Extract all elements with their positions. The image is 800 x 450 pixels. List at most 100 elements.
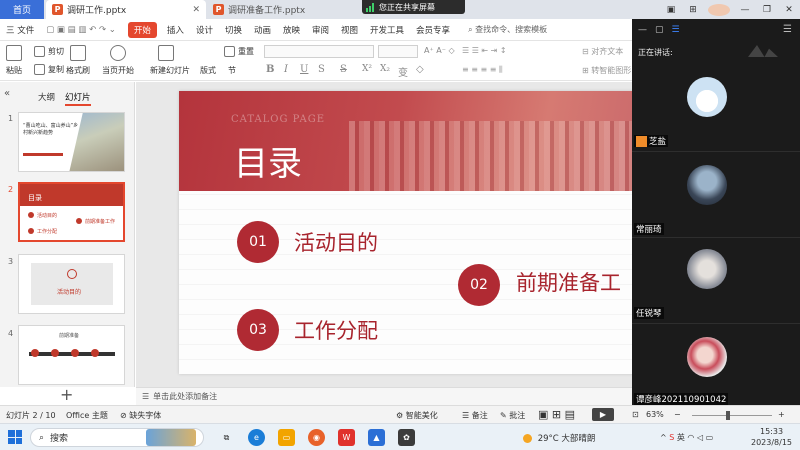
copy-button[interactable]: 复制 bbox=[34, 64, 64, 75]
window-icon[interactable]: ▢ bbox=[655, 25, 664, 35]
file-explorer-icon[interactable]: ▭ bbox=[278, 429, 295, 446]
smart-beautify-button[interactable]: ⚙ 智能美化 bbox=[396, 410, 438, 421]
current-slide[interactable]: CATALOG PAGE 目录 01 活动目的 02 前期准备工 03 工作分配 bbox=[179, 91, 632, 374]
notes-toggle-button[interactable]: ☰ 备注 bbox=[462, 410, 488, 421]
format-painter-button[interactable]: 格式刷 bbox=[66, 65, 90, 76]
tab-home[interactable]: 首页 bbox=[0, 0, 44, 19]
add-slide-button[interactable]: + bbox=[60, 385, 73, 404]
restore-icon[interactable]: ❐ bbox=[756, 5, 778, 15]
wps-icon[interactable]: W bbox=[338, 429, 355, 446]
new-slide-icon[interactable] bbox=[158, 45, 177, 61]
zoom-in-icon[interactable]: + bbox=[778, 410, 785, 419]
align-icons[interactable]: ≡ ≡ ≡ ≡ ⫼ bbox=[462, 65, 503, 75]
zoom-slider-track[interactable] bbox=[692, 415, 772, 416]
font-size-adjust-icon[interactable]: A⁺ A⁻ ◇ bbox=[424, 46, 455, 55]
menu-animation[interactable]: 动画 bbox=[254, 24, 271, 36]
list-view-icon[interactable]: ☰ bbox=[672, 25, 680, 35]
slide-thumb-4[interactable]: 前期准备 bbox=[18, 325, 125, 385]
missing-font-button[interactable]: ⊘ 缺失字体 bbox=[120, 410, 161, 421]
tab-slides[interactable]: 幻灯片 bbox=[65, 91, 91, 106]
slide-canvas[interactable]: CATALOG PAGE 目录 01 活动目的 02 前期准备工 03 工作分配 bbox=[136, 82, 632, 387]
battery-icon[interactable]: ▭ bbox=[706, 433, 714, 442]
toolbar-quick-icons[interactable]: ▢ ▣ ▤ ▥ ↶ ↷ ⌄ bbox=[46, 25, 116, 35]
participant-tile-4[interactable]: 谭彦峰202110901042 bbox=[632, 325, 800, 410]
meeting-app-icon[interactable]: ✿ bbox=[398, 429, 415, 446]
from-current-button[interactable]: 当页开始 bbox=[102, 65, 134, 76]
strikethrough-icon[interactable]: S bbox=[340, 64, 347, 75]
menu-slideshow[interactable]: 放映 bbox=[283, 24, 300, 36]
participant-tile-1[interactable]: 芝盐 bbox=[632, 67, 800, 152]
comments-button[interactable]: ✎ 批注 bbox=[500, 410, 525, 421]
ime-language[interactable]: 英 bbox=[677, 433, 685, 442]
catalog-item-3[interactable]: 工作分配 bbox=[294, 315, 378, 345]
task-view-icon[interactable]: ⧉ bbox=[218, 429, 235, 446]
paste-button[interactable]: 粘贴 bbox=[6, 65, 22, 76]
fit-icon[interactable]: ⊡ bbox=[632, 410, 639, 419]
tab-outline[interactable]: 大纲 bbox=[38, 91, 55, 106]
clear-format-icon[interactable]: ◇ bbox=[416, 64, 424, 75]
participant-tile-2[interactable]: 常丽琦 bbox=[632, 153, 800, 238]
menu-icon[interactable]: ☰ bbox=[783, 24, 792, 35]
play-circle-icon[interactable] bbox=[110, 45, 129, 61]
minimize-icon[interactable]: — bbox=[734, 5, 756, 15]
command-search[interactable]: ⌕ 查找命令、搜索模板 bbox=[468, 24, 547, 35]
volume-icon[interactable]: ◁ bbox=[697, 433, 703, 442]
slide-thumb-1[interactable]: “曹山吃山、富山养山”乡村新兴新趋势 bbox=[18, 112, 125, 172]
menu-view[interactable]: 视图 bbox=[341, 24, 358, 36]
menu-developer[interactable]: 开发工具 bbox=[370, 24, 404, 36]
firefox-icon[interactable]: ◉ bbox=[308, 429, 325, 446]
play-slideshow-button[interactable]: ▶ bbox=[592, 408, 614, 421]
sogou-ime-icon[interactable]: S bbox=[669, 433, 674, 442]
close-window-icon[interactable]: ✕ bbox=[778, 5, 800, 15]
minimize-icon[interactable]: — bbox=[638, 25, 647, 35]
wifi-icon[interactable]: ◠ bbox=[687, 433, 694, 442]
font-size-select[interactable] bbox=[378, 45, 418, 58]
edge-icon[interactable]: e bbox=[248, 429, 265, 446]
shadow-icon[interactable]: S bbox=[318, 64, 325, 75]
underline-icon[interactable]: U bbox=[300, 64, 308, 75]
menu-insert[interactable]: 插入 bbox=[167, 24, 184, 36]
section-button[interactable]: 节 bbox=[228, 65, 236, 76]
tab-file-1[interactable]: P 调研工作.pptx ✕ bbox=[46, 0, 206, 19]
catalog-item-1[interactable]: 活动目的 bbox=[294, 227, 378, 257]
italic-icon[interactable]: I bbox=[284, 64, 288, 75]
screen-share-banner[interactable]: 您正在共享屏幕 bbox=[362, 0, 465, 14]
bold-icon[interactable]: B bbox=[266, 64, 274, 75]
superscript-icon[interactable]: X² bbox=[362, 64, 372, 74]
reset-button[interactable]: 重置 bbox=[224, 46, 254, 57]
photos-icon[interactable]: ▲ bbox=[368, 429, 385, 446]
view-mode-icons[interactable]: ▣ ⊞ ▤ bbox=[538, 408, 575, 421]
menu-transition[interactable]: 切换 bbox=[225, 24, 242, 36]
cut-button[interactable]: 剪切 bbox=[34, 46, 64, 57]
layout-button[interactable]: 版式 bbox=[200, 65, 216, 76]
apps-icon[interactable]: ⊞ bbox=[682, 5, 704, 15]
clock[interactable]: 15:33 2023/8/15 bbox=[751, 426, 792, 448]
windows-start-icon[interactable] bbox=[8, 430, 22, 444]
theme-name[interactable]: Office 主题 bbox=[66, 410, 108, 421]
catalog-item-2[interactable]: 前期准备工 bbox=[516, 267, 621, 297]
slide-thumb-2[interactable]: 目录 活动目的 工作分配 前期准备工作 bbox=[18, 182, 125, 242]
close-icon[interactable]: ✕ bbox=[192, 5, 200, 15]
menu-start[interactable]: 开始 bbox=[127, 21, 157, 38]
tab-file-2[interactable]: P 调研准备工作.pptx bbox=[207, 0, 367, 19]
align-text-button[interactable]: ⊟ 对齐文本 bbox=[582, 46, 623, 57]
text-effect-icon[interactable]: 变 bbox=[398, 64, 408, 79]
new-slide-button[interactable]: 新建幻灯片 bbox=[150, 65, 190, 76]
subscript-icon[interactable]: X₂ bbox=[380, 64, 390, 74]
file-menu[interactable]: 三 文件 bbox=[6, 24, 34, 36]
paste-icon[interactable] bbox=[6, 45, 25, 61]
layout-icon[interactable]: ▣ bbox=[660, 5, 682, 15]
paragraph-icons[interactable]: ☰ ☰ ⇤ ⇥ ↕ bbox=[462, 46, 507, 55]
participant-tile-3[interactable]: 任锐琴 bbox=[632, 239, 800, 324]
user-avatar[interactable] bbox=[708, 3, 730, 16]
collapse-pane-icon[interactable]: « bbox=[4, 88, 10, 99]
font-family-select[interactable] bbox=[264, 45, 374, 58]
convert-smartart-button[interactable]: ⊞ 转智能图形 bbox=[582, 65, 631, 76]
chevron-up-icon[interactable]: ^ bbox=[660, 433, 667, 442]
menu-member[interactable]: 会员专享 bbox=[416, 24, 450, 36]
slide-title[interactable]: 目录 bbox=[234, 136, 302, 185]
format-painter-icon[interactable] bbox=[70, 45, 89, 61]
menu-review[interactable]: 审阅 bbox=[312, 24, 329, 36]
menu-design[interactable]: 设计 bbox=[196, 24, 213, 36]
zoom-out-icon[interactable]: − bbox=[674, 410, 681, 419]
